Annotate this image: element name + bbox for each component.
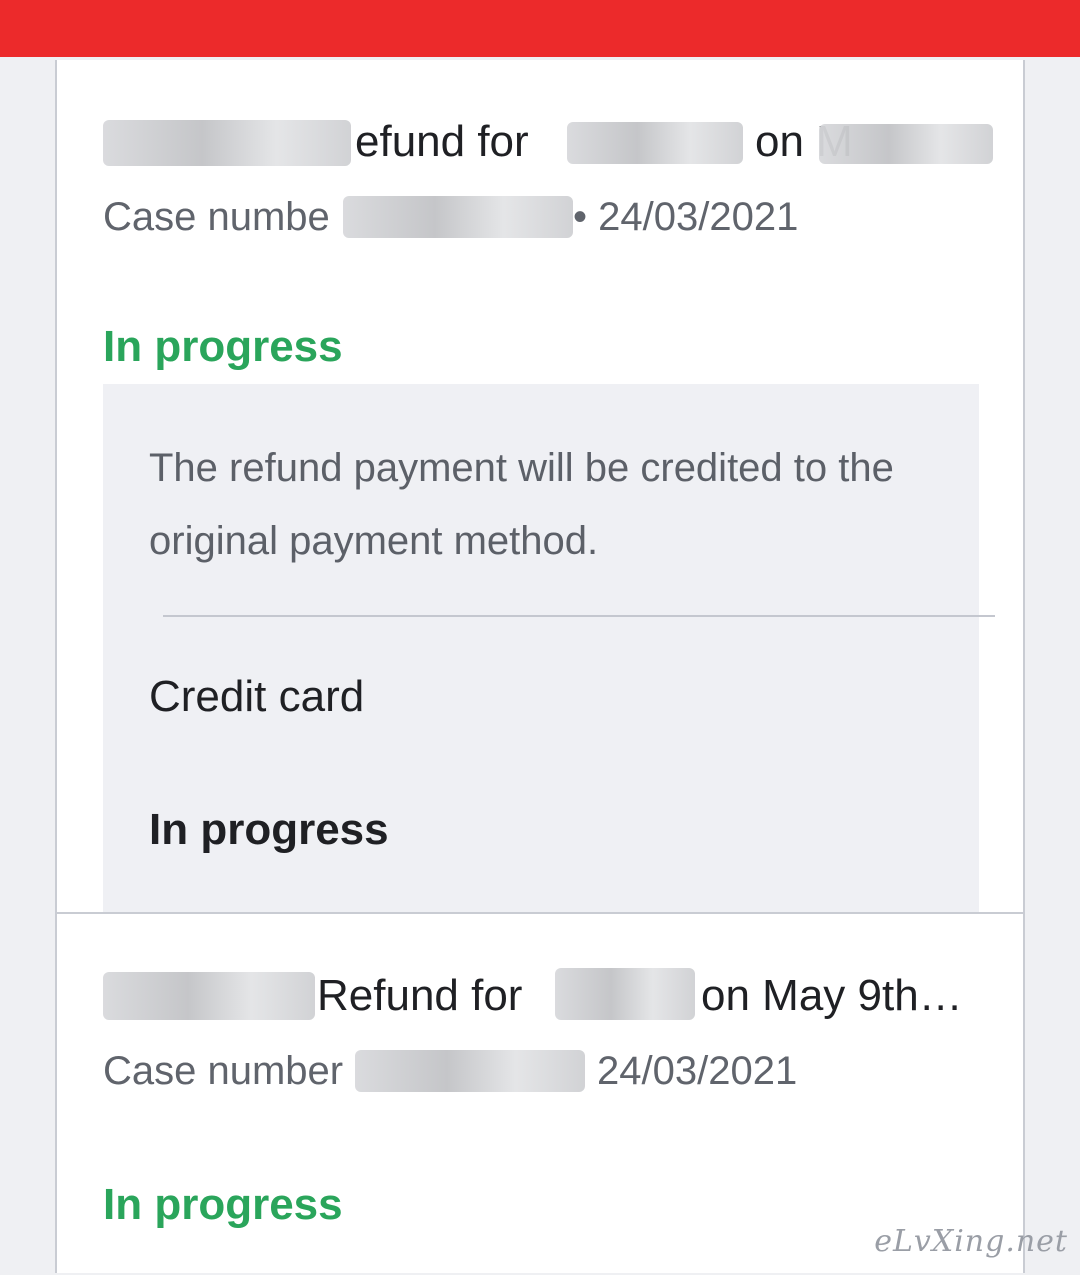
case-date: • 24/03/2021	[573, 195, 799, 239]
case-meta: Case numbe • 24/03/2021	[103, 192, 993, 242]
case-list: efund for on M Case numbe • 24/03/2021 I…	[55, 60, 1025, 1273]
case-card[interactable]: efund for on M Case numbe • 24/03/2021 I…	[57, 60, 1023, 912]
case-status: In progress	[103, 322, 343, 371]
divider	[163, 615, 995, 617]
redacted-region	[819, 124, 993, 164]
redacted-region	[103, 120, 351, 166]
case-title-text: efund for	[355, 117, 529, 166]
case-title-text: on May 9th…	[701, 971, 963, 1020]
case-meta: Case number 24/03/2021	[103, 1046, 993, 1096]
redacted-region	[567, 122, 743, 164]
watermark: eLvXing.net	[874, 1224, 1068, 1259]
case-status: In progress	[103, 1180, 343, 1229]
case-number-label: Case numbe	[103, 195, 330, 239]
refund-method: Credit card	[149, 672, 365, 721]
redacted-region	[355, 1050, 585, 1092]
redacted-region	[555, 968, 695, 1020]
case-title: Refund for on May 9th…	[103, 966, 993, 1026]
redacted-region	[343, 196, 573, 238]
redacted-region	[103, 972, 315, 1020]
refund-details-panel: The refund payment will be credited to t…	[103, 384, 995, 912]
refund-method-status: In progress	[149, 805, 389, 854]
case-card[interactable]: Refund for on May 9th… Case number 24/03…	[57, 912, 1023, 1275]
refund-message: The refund payment will be credited to t…	[149, 446, 894, 563]
case-number-label: Case number	[103, 1049, 344, 1093]
case-date: 24/03/2021	[597, 1049, 798, 1093]
case-title: efund for on M	[103, 112, 993, 172]
case-title-text: Refund for	[317, 971, 523, 1020]
top-app-bar	[0, 0, 1080, 57]
